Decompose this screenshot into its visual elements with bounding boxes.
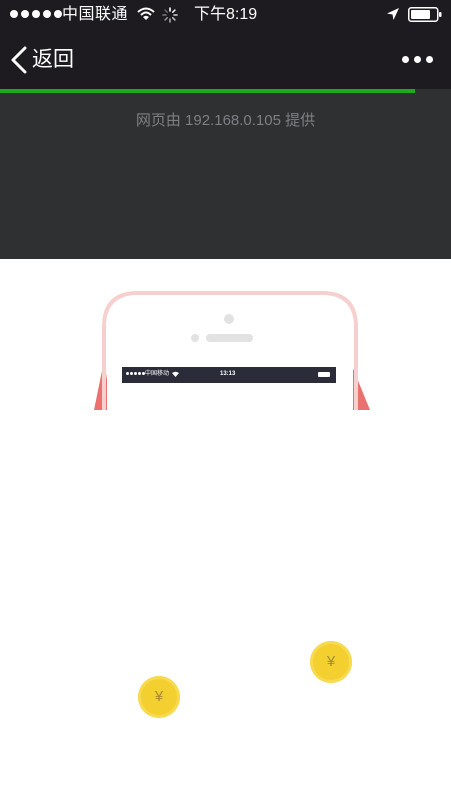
signal-strength-icon <box>10 10 62 18</box>
more-options-button[interactable] <box>402 52 433 67</box>
phone-illustration <box>94 291 370 410</box>
provider-banner: 网页由 192.168.0.105 提供 <box>0 93 451 259</box>
mini-time: 13:13 <box>220 371 236 377</box>
more-dots-icon <box>402 56 409 63</box>
provider-text: 网页由 192.168.0.105 提供 <box>135 112 316 129</box>
yuan-coin-icon: ¥ <box>138 676 180 718</box>
back-label: 返回 <box>32 48 74 71</box>
phone-screen-status-bar: 中国移动 13:13 <box>122 367 336 383</box>
mini-wifi-icon <box>172 371 179 377</box>
chevron-left-icon <box>11 46 27 74</box>
back-button[interactable]: 返回 <box>10 42 74 78</box>
battery-icon <box>408 7 442 22</box>
carrier-name: 中国联通 <box>62 6 129 23</box>
location-arrow-icon <box>387 8 399 20</box>
mini-carrier: 中国移动 <box>145 371 170 377</box>
web-content: 中国移动 13:13 ¥ ¥ <box>0 259 451 800</box>
wifi-icon <box>137 7 155 20</box>
mini-battery-icon <box>318 372 330 377</box>
status-bar: 中国联通 下午8:19 <box>0 0 451 30</box>
status-time: 下午8:19 <box>194 6 258 23</box>
yuan-coin-icon: ¥ <box>310 641 352 683</box>
mini-signal-icon <box>126 372 145 375</box>
navigation-bar: 返回 <box>0 30 451 90</box>
loading-spinner-icon <box>162 7 178 23</box>
